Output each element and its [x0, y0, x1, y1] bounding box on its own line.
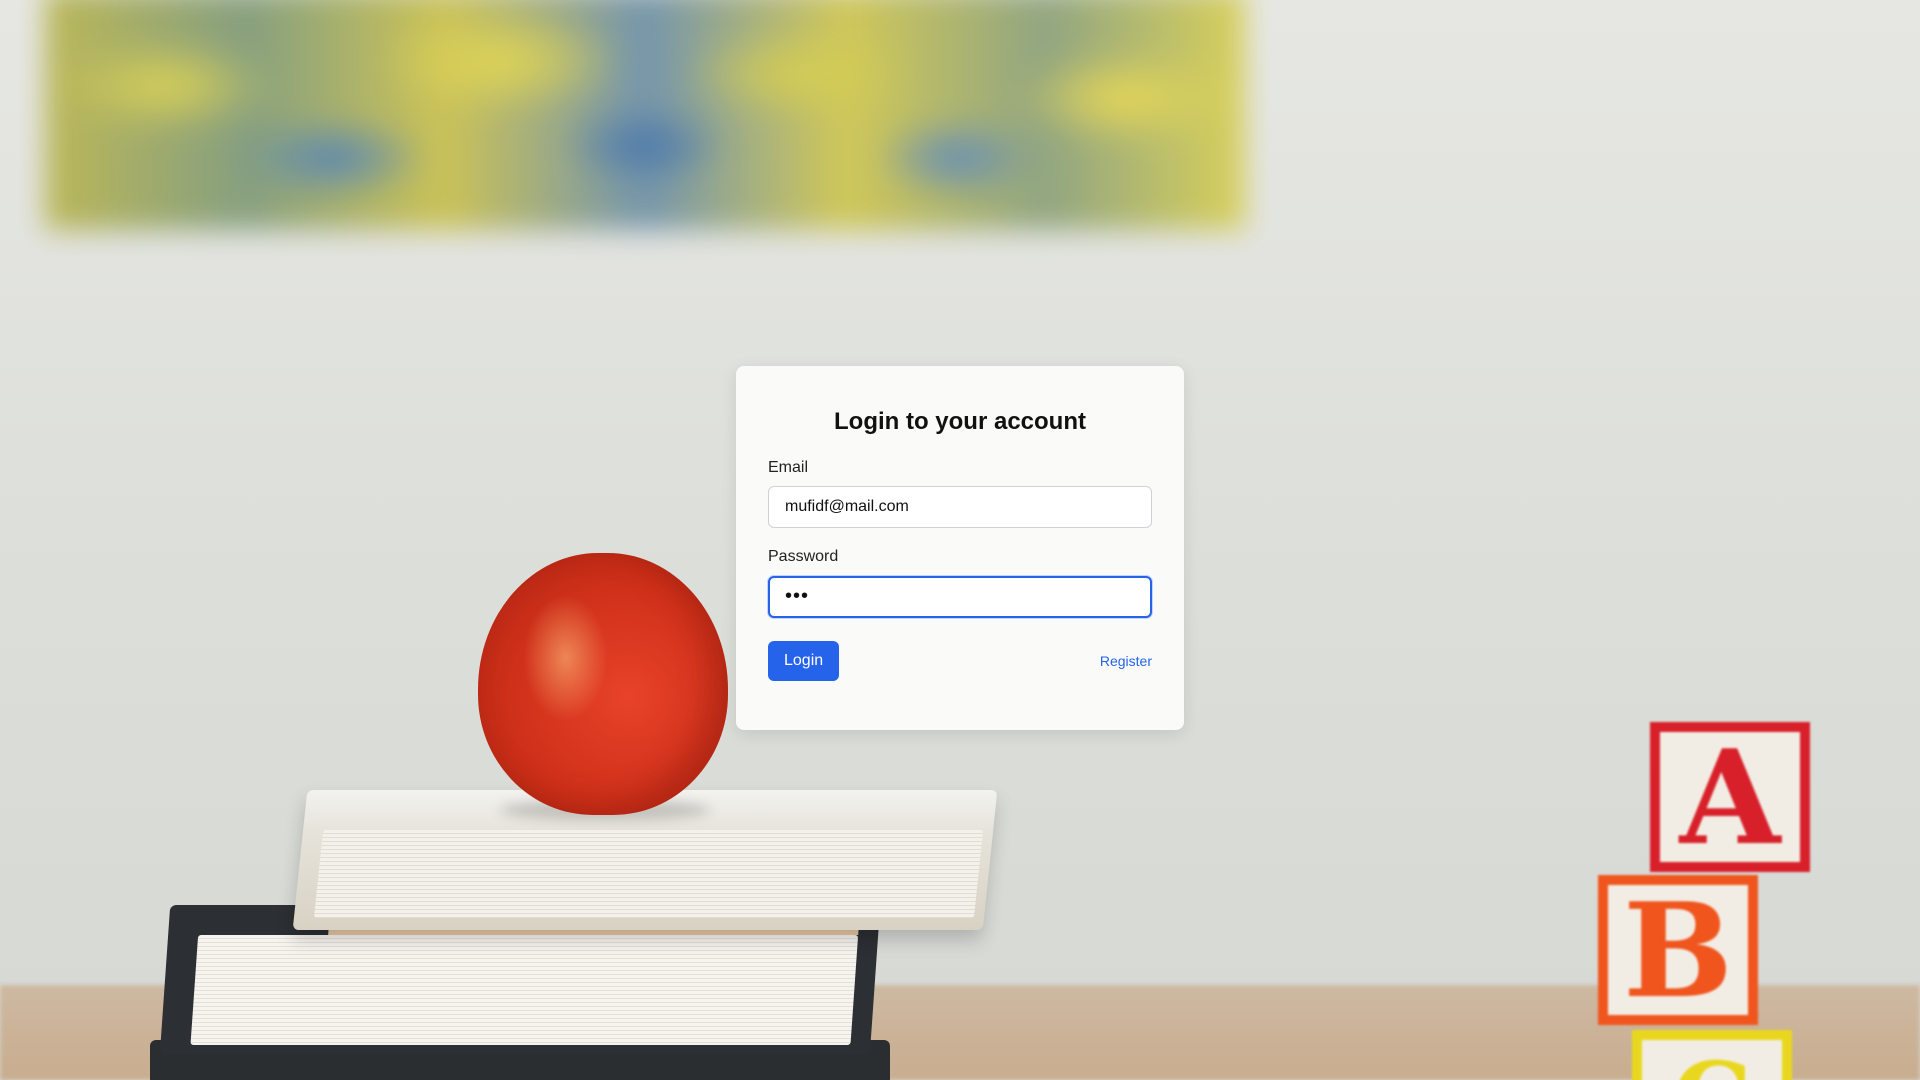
book-pages [190, 935, 859, 1045]
login-title: Login to your account [834, 408, 1086, 435]
toy-block-c: C [1632, 1030, 1792, 1080]
password-input[interactable] [768, 575, 1152, 618]
email-label: Email [768, 458, 809, 476]
login-button[interactable]: Login [768, 640, 840, 681]
email-input[interactable] [768, 486, 1152, 529]
apple [478, 553, 728, 815]
register-link[interactable]: Register [1100, 653, 1152, 669]
password-label: Password [768, 548, 839, 566]
toy-block-a: A [1650, 721, 1810, 874]
form-actions: Login Register [768, 640, 1152, 681]
toy-block-b: B [1598, 874, 1758, 1027]
wall-painting [45, 0, 1245, 230]
login-card: Login to your account Email Password Log… [736, 366, 1184, 730]
book-pages [313, 830, 984, 918]
